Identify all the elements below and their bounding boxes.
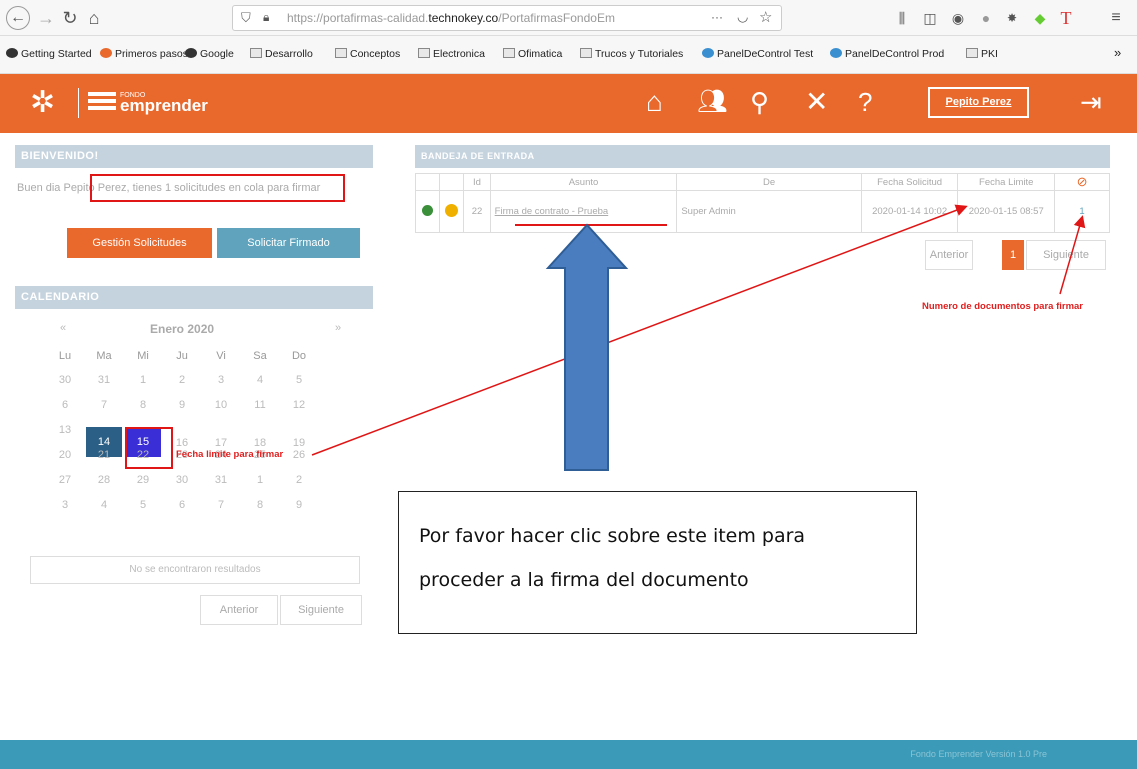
annotation-overlay: [311, 204, 1086, 471]
big-up-arrow: [545, 223, 629, 471]
footer-version-text: Fondo Emprender Versión 1.0 Pre: [910, 749, 1047, 759]
callout-line-1: Por favor hacer clic sobre este item par…: [419, 525, 806, 547]
limit-date-annotation: Fecha limite para firmar: [176, 449, 284, 460]
instruction-callout: Por favor hacer clic sobre este item par…: [398, 491, 917, 634]
callout-line-2: proceder a la firma del documento: [419, 569, 749, 591]
docs-count-annotation: Numero de documentos para firmar: [922, 301, 1084, 312]
docs-count-arrow: [1059, 215, 1086, 295]
app-footer: Fondo Emprender Versión 1.0 Pre: [0, 740, 1137, 769]
limit-date-arrow: [311, 204, 968, 456]
